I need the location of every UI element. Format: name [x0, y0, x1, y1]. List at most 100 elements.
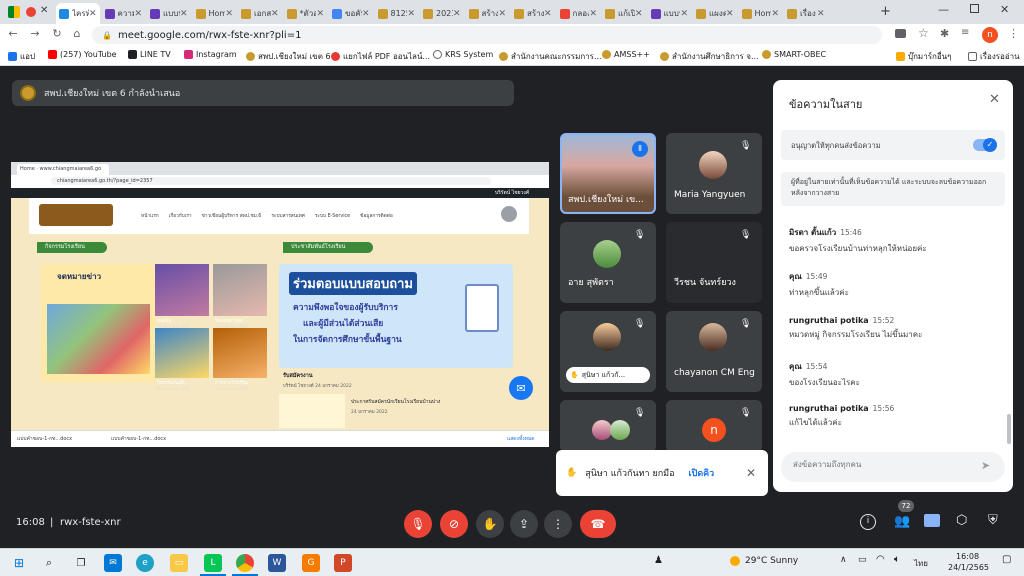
tab-close-icon[interactable]: ✕	[771, 9, 779, 19]
tray-chevron-icon[interactable]: ∧	[840, 555, 847, 565]
bookmark-obec[interactable]: สำนักงานคณะกรรมการ...	[499, 50, 602, 63]
profile-avatar[interactable]: n	[982, 27, 998, 43]
caption-2[interactable]: ประกาศรับสมัครนักเรียนโรงเรียนบ้านปาง	[351, 398, 440, 406]
mic-toggle-button[interactable]: 🎙︎	[404, 510, 432, 538]
extensions-icon[interactable]: ✱	[940, 27, 949, 40]
line-icon[interactable]: L	[204, 554, 222, 572]
participant-tile[interactable]: 🎙︎ วีรชน จันทร์ยวง	[666, 222, 762, 303]
tab-close-icon[interactable]: ✕	[225, 9, 233, 19]
chat-icon[interactable]	[924, 514, 940, 527]
browser-tab[interactable]: ไครทั ✕	[56, 3, 100, 24]
toast-close-icon[interactable]: ✕	[746, 466, 756, 480]
volume-icon[interactable]: 🔈︎	[894, 554, 900, 565]
browser-tab[interactable]: แบบป✕	[147, 3, 191, 24]
notification-icon[interactable]: ▢	[1002, 554, 1011, 565]
browser-tab[interactable]: เอกสา✕	[238, 3, 282, 24]
wifi-icon[interactable]: ◠	[876, 554, 885, 565]
caption-1[interactable]: รับสมัครงาน	[283, 372, 313, 380]
menu-kebab-icon[interactable]: ⋮	[1008, 27, 1019, 40]
meeting-info-icon[interactable]: i	[860, 514, 876, 530]
browser-tab[interactable]: 8125✕	[375, 3, 419, 24]
newsletter-small[interactable]	[279, 394, 345, 428]
word-icon[interactable]: W	[268, 554, 286, 572]
browser-tab[interactable]: สร้าง ✕	[466, 3, 510, 24]
camera-icon[interactable]	[895, 29, 906, 38]
download-item-2[interactable]: แบบคำขอบ-1-กท...docx	[111, 435, 166, 443]
edge-icon[interactable]: e	[136, 554, 154, 572]
browser-tab[interactable]: ขอคับ✕	[329, 3, 373, 24]
tab-close-icon[interactable]: ✕	[726, 9, 734, 19]
browser-tab[interactable]: Home✕	[193, 3, 237, 24]
task-view-icon[interactable]: ❐	[72, 554, 90, 572]
tab-close-icon[interactable]: ✕	[589, 9, 597, 19]
forward-icon[interactable]: →	[26, 27, 44, 40]
participant-tile[interactable]: 🎙︎ ✋ สุนิษา แก้วกั...	[560, 311, 656, 392]
start-icon[interactable]: ⊞	[10, 554, 28, 572]
tab-close-icon[interactable]: ✕	[817, 9, 825, 19]
orange-app-icon[interactable]: G	[302, 554, 320, 572]
thumb-1[interactable]	[155, 264, 209, 316]
chat-input[interactable]: ➤	[781, 452, 1005, 482]
chat-input-field[interactable]	[793, 460, 963, 469]
window-close-button[interactable]: ✕	[1000, 3, 1009, 16]
tab-close-icon[interactable]: ✕	[544, 9, 552, 19]
tab-close-icon[interactable]: ✕	[89, 9, 97, 19]
browser-tab[interactable]: เรื่อง ✕	[784, 3, 828, 24]
participant-tile[interactable]: 🎙︎ n	[666, 400, 762, 452]
participant-tile[interactable]: 🎙︎ อาย สุพัตรา	[560, 222, 656, 303]
tab-close-icon[interactable]: ✕	[271, 9, 279, 19]
language-indicator[interactable]: ไทย	[914, 557, 928, 570]
tab-close-icon[interactable]: ✕	[635, 9, 643, 19]
bookmark-instagram[interactable]: Instagram	[184, 50, 237, 59]
browser-tab[interactable]: แก้เปิ ✕	[602, 3, 646, 24]
window-restore-button[interactable]	[970, 4, 979, 13]
open-queue-button[interactable]: เปิดคิว	[689, 466, 715, 480]
weather-widget[interactable]: 29°C Sunny	[730, 556, 798, 566]
file-explorer-icon[interactable]: ▭	[170, 554, 188, 572]
window-minimize-button[interactable]: —	[938, 3, 949, 16]
browser-tab[interactable]: สร้าง ✕	[511, 3, 555, 24]
download-item-1[interactable]: แบบคำขอบ-1-กท...docx	[17, 435, 72, 443]
browser-tab[interactable]: กลอง ✕	[557, 3, 601, 24]
bookmark-youtube[interactable]: (257) YouTube	[48, 50, 117, 59]
tab-close-icon[interactable]: ✕	[180, 9, 188, 19]
bookmark-reading-list[interactable]: เรื่องรออ่าน	[968, 50, 1020, 63]
bookmark-cm6[interactable]: สพป.เชียงใหม่ เขต 6	[246, 50, 331, 63]
chrome-icon[interactable]	[236, 554, 254, 572]
thumb-3[interactable]	[155, 328, 209, 378]
bookmark-linetv[interactable]: LINE TV	[128, 50, 171, 59]
browser-tab[interactable]: ความ✕	[102, 3, 146, 24]
home-icon[interactable]: ⌂	[68, 27, 86, 40]
tab-close-icon[interactable]: ✕	[134, 9, 142, 19]
participant-tile[interactable]: 🎙︎	[560, 400, 656, 452]
tab-close-icon[interactable]: ✕	[40, 5, 48, 16]
people-tray-icon[interactable]: ♟	[654, 555, 663, 566]
tab-close-icon[interactable]: ✕	[453, 9, 461, 19]
participant-tile[interactable]: ⦀ สพป.เชียงใหม่ เข...	[560, 133, 656, 214]
browser-tab[interactable]: Home✕	[739, 3, 783, 24]
reload-icon[interactable]: ↻	[48, 27, 66, 40]
bookmark-pdf[interactable]: แยกไฟล์ PDF ออนไลน์...	[331, 50, 430, 63]
new-tab-button[interactable]: +	[880, 4, 891, 19]
survey-banner[interactable]: ร่วมตอบแบบสอบถาม ความพึงพอใจของผู้รับบริ…	[279, 264, 513, 368]
browser-tab[interactable]: แผงค ✕	[693, 3, 737, 24]
browser-tab[interactable]: แบบป✕	[648, 3, 692, 24]
raise-hand-button[interactable]: ✋	[476, 510, 504, 538]
send-icon[interactable]: ➤	[981, 459, 990, 472]
allow-messages-toggle[interactable]: ✓	[973, 138, 997, 152]
clock-date[interactable]: 24/1/2565	[948, 563, 989, 572]
bookmark-smart-obec[interactable]: SMART-OBEC	[762, 50, 826, 59]
show-all-downloads[interactable]: แสดงทั้งหมด	[507, 435, 535, 443]
more-options-button[interactable]: ⋮	[544, 510, 572, 538]
meet-tab-icon[interactable]	[8, 6, 20, 18]
bookmark-moe[interactable]: สำนักงานศึกษาธิการ จ...	[660, 50, 759, 63]
participant-tile[interactable]: 🎙︎ Maria Yangyuen	[666, 133, 762, 214]
tab-close-icon[interactable]: ✕	[407, 9, 415, 19]
mail-icon[interactable]: ✉	[104, 554, 122, 572]
powerpoint-icon[interactable]: P	[334, 554, 352, 572]
bookmark-amss[interactable]: AMSS++	[602, 50, 650, 59]
tab-close-icon[interactable]: ✕	[362, 9, 370, 19]
tab-close-icon[interactable]: ✕	[680, 9, 688, 19]
thumb-2[interactable]	[213, 264, 267, 316]
messenger-icon[interactable]: ✉	[509, 376, 533, 400]
